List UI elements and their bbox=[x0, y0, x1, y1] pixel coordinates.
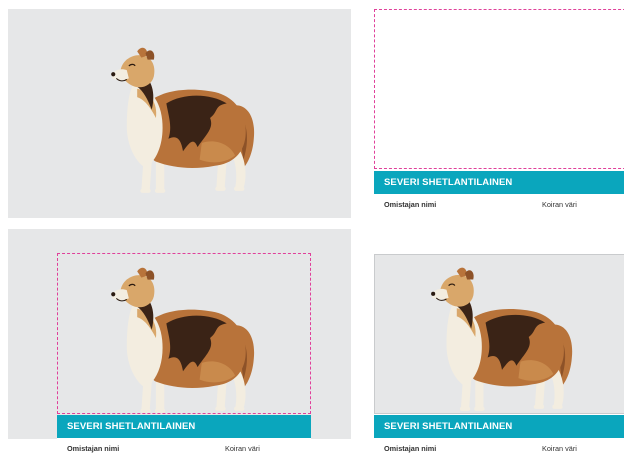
label-fields: Omistajan nimi Koiran väri bbox=[374, 438, 624, 458]
dog-name-bar: SEVERI SHETLANTILAINEN bbox=[374, 171, 624, 194]
label-fields: Omistajan nimi Koiran väri bbox=[374, 194, 624, 214]
shetland-sheepdog-icon bbox=[110, 47, 255, 194]
owner-name-field: Omistajan nimi bbox=[67, 444, 120, 453]
dog-color-field: Koiran väri bbox=[542, 444, 577, 453]
label-fields: Omistajan nimi Koiran väri bbox=[57, 438, 311, 458]
design-area-frame bbox=[374, 9, 624, 169]
shetland-sheepdog-icon bbox=[430, 267, 573, 412]
shetland-sheepdog-icon bbox=[110, 267, 255, 414]
dog-name-title: SEVERI SHETLANTILAINEN bbox=[67, 421, 196, 432]
dog-name-bar: SEVERI SHETLANTILAINEN bbox=[374, 415, 624, 438]
name-label-card: SEVERI SHETLANTILAINEN Omistajan nimi Ko… bbox=[374, 415, 624, 459]
dog-name-bar: SEVERI SHETLANTILAINEN bbox=[57, 415, 311, 438]
dog-color-field: Koiran väri bbox=[225, 444, 260, 453]
card-bottom-left-image-panel bbox=[8, 229, 351, 439]
card-bottom-right-image-panel bbox=[374, 254, 624, 414]
card-top-left-image-panel bbox=[8, 9, 351, 218]
dog-name-title: SEVERI SHETLANTILAINEN bbox=[384, 177, 513, 188]
owner-name-field: Omistajan nimi bbox=[384, 200, 437, 209]
dog-color-field: Koiran väri bbox=[542, 200, 577, 209]
name-label-card: SEVERI SHETLANTILAINEN Omistajan nimi Ko… bbox=[57, 415, 311, 459]
name-label-card: SEVERI SHETLANTILAINEN Omistajan nimi Ko… bbox=[374, 171, 624, 217]
dog-name-title: SEVERI SHETLANTILAINEN bbox=[384, 421, 513, 432]
owner-name-field: Omistajan nimi bbox=[384, 444, 437, 453]
